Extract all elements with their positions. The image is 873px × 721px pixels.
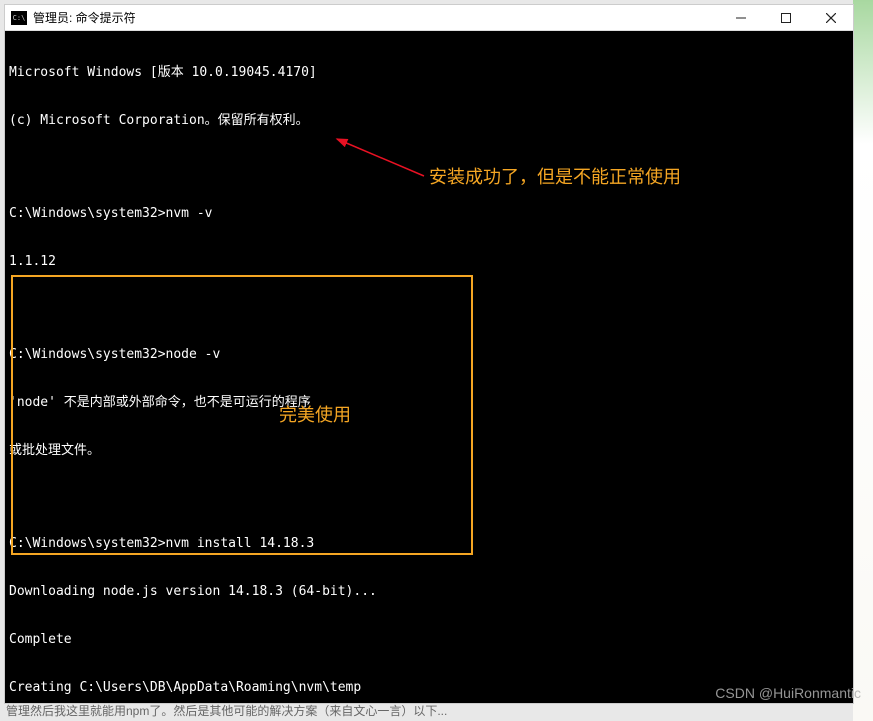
minimize-button[interactable] xyxy=(718,5,763,31)
console-line: C:\Windows\system32>node -v xyxy=(9,347,849,363)
annotation-text-1: 安装成功了，但是不能正常使用 xyxy=(429,169,681,185)
command-prompt-window: 管理员: 命令提示符 Microsoft Windows [版本 10.0.19… xyxy=(4,4,854,704)
annotation-text-2: 完美使用 xyxy=(279,407,351,423)
console-line xyxy=(9,302,849,315)
console-line: Complete xyxy=(9,632,849,648)
console-line: C:\Windows\system32>nvm install 14.18.3 xyxy=(9,536,849,552)
cmd-icon xyxy=(11,11,27,25)
console-line: 'node' 不是内部或外部命令，也不是可运行的程序 xyxy=(9,395,849,411)
maximize-button[interactable] xyxy=(763,5,808,31)
watermark: CSDN @HuiRonmantic xyxy=(715,685,861,701)
titlebar[interactable]: 管理员: 命令提示符 xyxy=(5,5,853,31)
console-line: Downloading node.js version 14.18.3 (64-… xyxy=(9,584,849,600)
annotation-arrow-icon xyxy=(329,131,429,181)
console-line xyxy=(9,491,849,504)
close-button[interactable] xyxy=(808,5,853,31)
console-output[interactable]: Microsoft Windows [版本 10.0.19045.4170] (… xyxy=(5,31,853,703)
window-controls xyxy=(718,5,853,30)
background-strip xyxy=(853,0,873,721)
highlight-box xyxy=(11,275,473,555)
console-line: Microsoft Windows [版本 10.0.19045.4170] xyxy=(9,65,849,81)
console-line: C:\Windows\system32>nvm -v xyxy=(9,206,849,222)
background-text: 管理然后我这里就能用npm了。然后是其他可能的解决方案（来自文心一言）以下... xyxy=(6,702,447,719)
console-line: 1.1.12 xyxy=(9,254,849,270)
titlebar-text: 管理员: 命令提示符 xyxy=(33,9,718,26)
console-line: (c) Microsoft Corporation。保留所有权利。 xyxy=(9,113,849,129)
console-line: 或批处理文件。 xyxy=(9,443,849,459)
